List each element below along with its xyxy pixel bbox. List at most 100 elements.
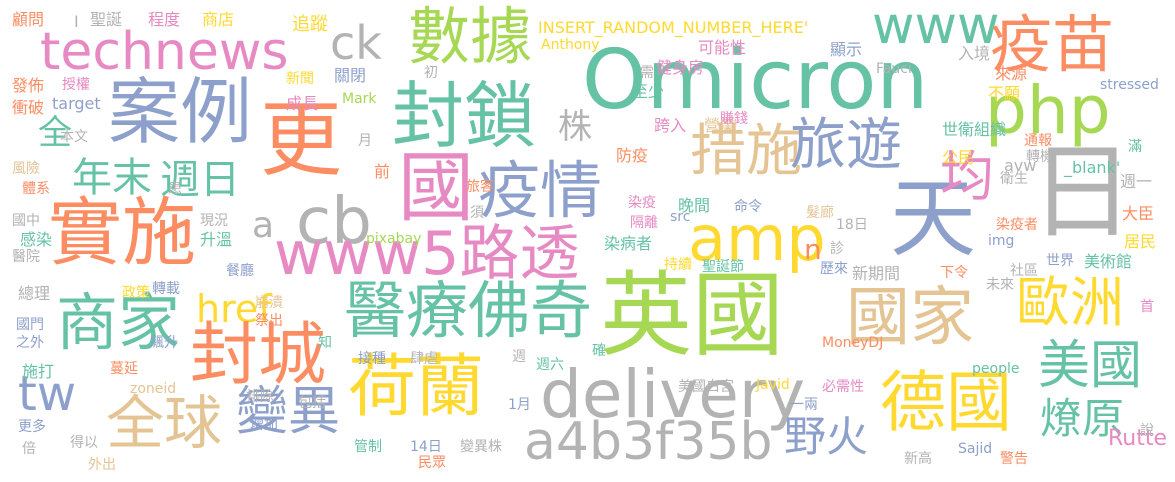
- cloud-word: 居民: [1124, 232, 1157, 251]
- cloud-word: 入境: [958, 44, 991, 63]
- cloud-word: 染疫: [628, 195, 656, 211]
- cloud-word: 新聞: [286, 71, 314, 87]
- cloud-word: 旅客: [466, 179, 494, 195]
- cloud-word: 週一: [1120, 172, 1153, 191]
- cloud-word: 增加: [250, 417, 278, 433]
- cloud-word: 初: [424, 65, 438, 81]
- cloud-word: img: [988, 233, 1015, 249]
- cloud-word: 髮廊: [806, 205, 834, 221]
- cloud-word: 祭出: [255, 313, 283, 329]
- cloud-word: 案例: [108, 70, 253, 154]
- cloud-word: src: [670, 209, 691, 225]
- cloud-word: 風險: [12, 161, 40, 177]
- cloud-word: 接種: [358, 351, 386, 367]
- cloud-word: 1月: [508, 397, 531, 413]
- cloud-word: 14日: [410, 439, 442, 455]
- cloud-word: 歐洲: [1016, 271, 1124, 334]
- cloud-word: 警告: [1000, 451, 1028, 467]
- cloud-word: Anthony: [541, 37, 600, 53]
- cloud-word: 德國: [880, 364, 1012, 441]
- cloud-word: n: [804, 233, 822, 266]
- cloud-word: 通報: [1024, 133, 1052, 149]
- cloud-word: 來源: [995, 64, 1028, 83]
- cloud-word: 公民: [942, 148, 975, 167]
- cloud-word: 感染: [20, 230, 53, 249]
- cloud-word: 需: [640, 65, 654, 81]
- cloud-word: a4b3f35b: [524, 412, 773, 472]
- cloud-word: pixabay: [366, 231, 422, 247]
- cloud-word: 未來: [986, 277, 1014, 293]
- cloud-word: 確: [592, 343, 606, 359]
- cloud-word: 美國白宮: [678, 379, 734, 395]
- cloud-word: 國中: [12, 213, 40, 229]
- cloud-word: 健身房: [656, 58, 705, 77]
- cloud-word: 染疫者: [996, 217, 1038, 233]
- cloud-word: 成長: [286, 94, 319, 113]
- cloud-word: 之外: [16, 335, 44, 351]
- cloud-word: Mark: [342, 91, 377, 107]
- cloud-word: 衛生: [1000, 171, 1028, 187]
- cloud-word: 美國: [1038, 336, 1143, 396]
- cloud-word: INSERT_RANDOM_NUMBER_HERE': [538, 18, 809, 37]
- cloud-word: 防疫: [616, 146, 649, 165]
- cloud-word: 施打: [22, 362, 55, 381]
- cloud-word: 封城: [190, 316, 327, 395]
- cloud-word: 顧問: [12, 10, 45, 29]
- cloud-word: 肆虐: [410, 351, 438, 367]
- cloud-word: 英國: [600, 262, 785, 369]
- cloud-word: a: [252, 205, 275, 246]
- cloud-word: 下令: [940, 265, 968, 281]
- cloud-word: 知: [318, 335, 332, 351]
- cloud-word: 國門: [16, 317, 44, 333]
- cloud-word: 疫情: [478, 154, 603, 227]
- cloud-word: people: [972, 361, 1020, 377]
- cloud-word: 轉機: [1026, 149, 1054, 165]
- cloud-word: 野火: [784, 412, 869, 461]
- cloud-word: ck: [330, 16, 382, 70]
- cloud-word: 隔離: [630, 215, 658, 231]
- cloud-word: 患: [168, 181, 182, 197]
- cloud-word: 須: [470, 205, 484, 221]
- cloud-word: 一兩: [790, 397, 818, 413]
- cloud-word: 持續: [664, 257, 692, 273]
- cloud-word: 崩潰: [255, 295, 283, 311]
- cloud-word: 命令: [734, 199, 762, 215]
- cloud-word: 必需性: [822, 379, 864, 395]
- cloud-word: 滿: [1128, 139, 1142, 155]
- cloud-word: 世衛組織: [942, 120, 1007, 139]
- cloud-word: 聖誕: [90, 10, 123, 29]
- cloud-word: 程度: [148, 10, 181, 29]
- cloud-word: 管制: [354, 439, 382, 455]
- cloud-word: 關閉: [334, 66, 367, 85]
- cloud-word: 歷來: [820, 261, 848, 277]
- cloud-word: Javid: [756, 377, 790, 393]
- cloud-word: 政策: [122, 285, 150, 301]
- cloud-word: 新期間: [852, 264, 901, 283]
- cloud-word: 本文: [60, 129, 88, 145]
- cloud-word: 至少: [632, 82, 665, 101]
- cloud-word: 世界: [1046, 253, 1074, 269]
- cloud-word: 全球: [106, 389, 223, 457]
- cloud-word: 染病者: [604, 234, 653, 253]
- cloud-word: 倍: [22, 441, 36, 457]
- cloud-word: 封鎖: [392, 74, 537, 158]
- cloud-word: 升溫: [200, 230, 233, 249]
- cloud-word: 國: [398, 143, 474, 232]
- cloud-word: _blank': [1064, 158, 1121, 177]
- cloud-word: MoneyDJ: [822, 335, 884, 351]
- cloud-word: 民眾: [418, 455, 446, 471]
- cloud-word: 外出: [88, 457, 116, 473]
- cloud-word: 餐廳: [226, 263, 254, 279]
- cloud-word: 實施: [48, 190, 196, 276]
- cloud-word: zoneid: [130, 381, 177, 397]
- cloud-word: 週六: [536, 357, 564, 373]
- cloud-word: 包括: [298, 395, 326, 411]
- cloud-word: 蔓延: [110, 361, 138, 377]
- cloud-word: Fauci: [876, 61, 912, 77]
- cloud-word: 更多: [18, 419, 46, 435]
- cloud-word: 得以: [70, 435, 98, 451]
- cloud-word: 可能性: [698, 38, 747, 57]
- cloud-word: target: [52, 94, 101, 113]
- cloud-word: 跨入: [654, 116, 687, 135]
- cloud-word: 週: [512, 349, 526, 365]
